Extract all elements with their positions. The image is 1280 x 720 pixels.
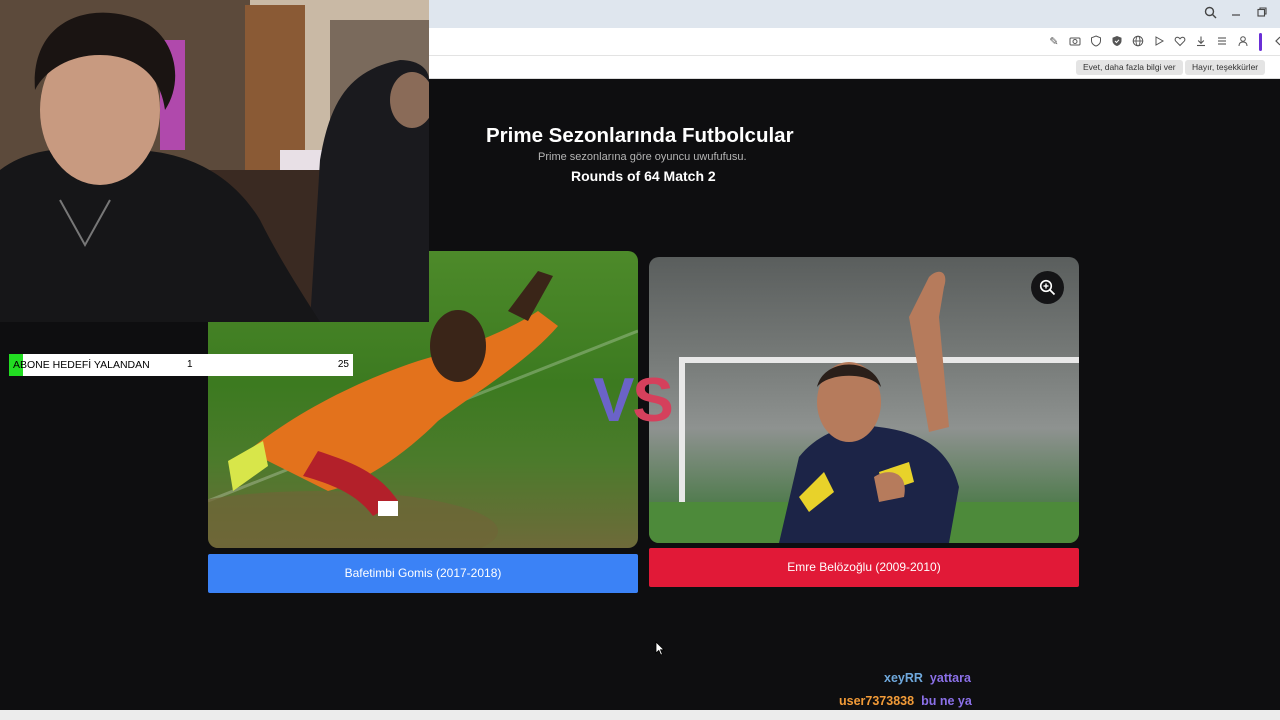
chat-message: bu ne ya (921, 694, 972, 708)
browser-titlebar (429, 0, 1280, 28)
browser-toolbar: ✎ (429, 28, 1280, 56)
vs-label: VS (593, 365, 674, 436)
menu-icon[interactable] (1215, 35, 1229, 49)
goal-target: 25 (337, 359, 349, 370)
play-icon[interactable] (1152, 35, 1166, 49)
page-subtitle: Prime sezonlarına göre oyuncu uwufufusu. (538, 151, 747, 163)
globe-icon[interactable] (1131, 35, 1145, 49)
download-icon[interactable] (1194, 35, 1208, 49)
chevron-left-icon[interactable] (1271, 35, 1280, 49)
vs-letter-s: S (632, 366, 673, 435)
round-label: Rounds of 64 Match 2 (571, 168, 716, 184)
minimize-icon[interactable] (1228, 6, 1244, 22)
notification-bar: Evet, daha fazla bilgi ver Hayır, teşekk… (429, 56, 1280, 79)
chat-username[interactable]: xeyRR (884, 671, 923, 685)
shield-icon[interactable] (1089, 35, 1103, 49)
goal-current: 1 (187, 359, 193, 370)
chat-line: xeyRR yattara (884, 671, 971, 685)
zoom-button[interactable] (1031, 271, 1064, 304)
heart-icon[interactable] (1173, 35, 1187, 49)
vs-letter-v: V (593, 366, 634, 435)
active-extension-indicator (1259, 33, 1262, 51)
right-player-image[interactable] (649, 257, 1079, 543)
camera-icon[interactable] (1068, 35, 1082, 49)
notification-no-button[interactable]: Hayır, teşekkürler (1185, 60, 1266, 75)
right-player-button[interactable]: Emre Belözoğlu (2009-2010) (649, 548, 1079, 587)
goal-label: ABONE HEDEFİ YALANDAN (13, 359, 150, 371)
left-player-button[interactable]: Bafetimbi Gomis (2017-2018) (208, 554, 638, 593)
screen: ✎ Evet, daha fazla bilgi ver Hayır, teşe… (0, 0, 1280, 720)
webcam-overlay (0, 0, 429, 322)
restore-icon[interactable] (1254, 6, 1270, 22)
shield-check-icon[interactable] (1110, 35, 1124, 49)
chat-message: yattara (929, 671, 971, 685)
extension-icon-box[interactable] (1240, 35, 1254, 49)
chat-line: user7373838 bu ne ya (839, 694, 972, 708)
mouse-cursor-icon (655, 641, 665, 661)
edit-icon[interactable]: ✎ (1047, 35, 1061, 49)
zoom-in-icon (1039, 279, 1056, 301)
notification-yes-button[interactable]: Evet, daha fazla bilgi ver (1076, 60, 1183, 75)
subscriber-goal-bar: ABONE HEDEFİ YALANDAN 1 25 (9, 354, 353, 376)
page-title: Prime Sezonlarında Futbolcular (486, 124, 794, 147)
search-icon[interactable] (1202, 6, 1218, 22)
chat-username[interactable]: user7373838 (839, 694, 914, 708)
horizontal-scrollbar[interactable] (0, 710, 1280, 720)
